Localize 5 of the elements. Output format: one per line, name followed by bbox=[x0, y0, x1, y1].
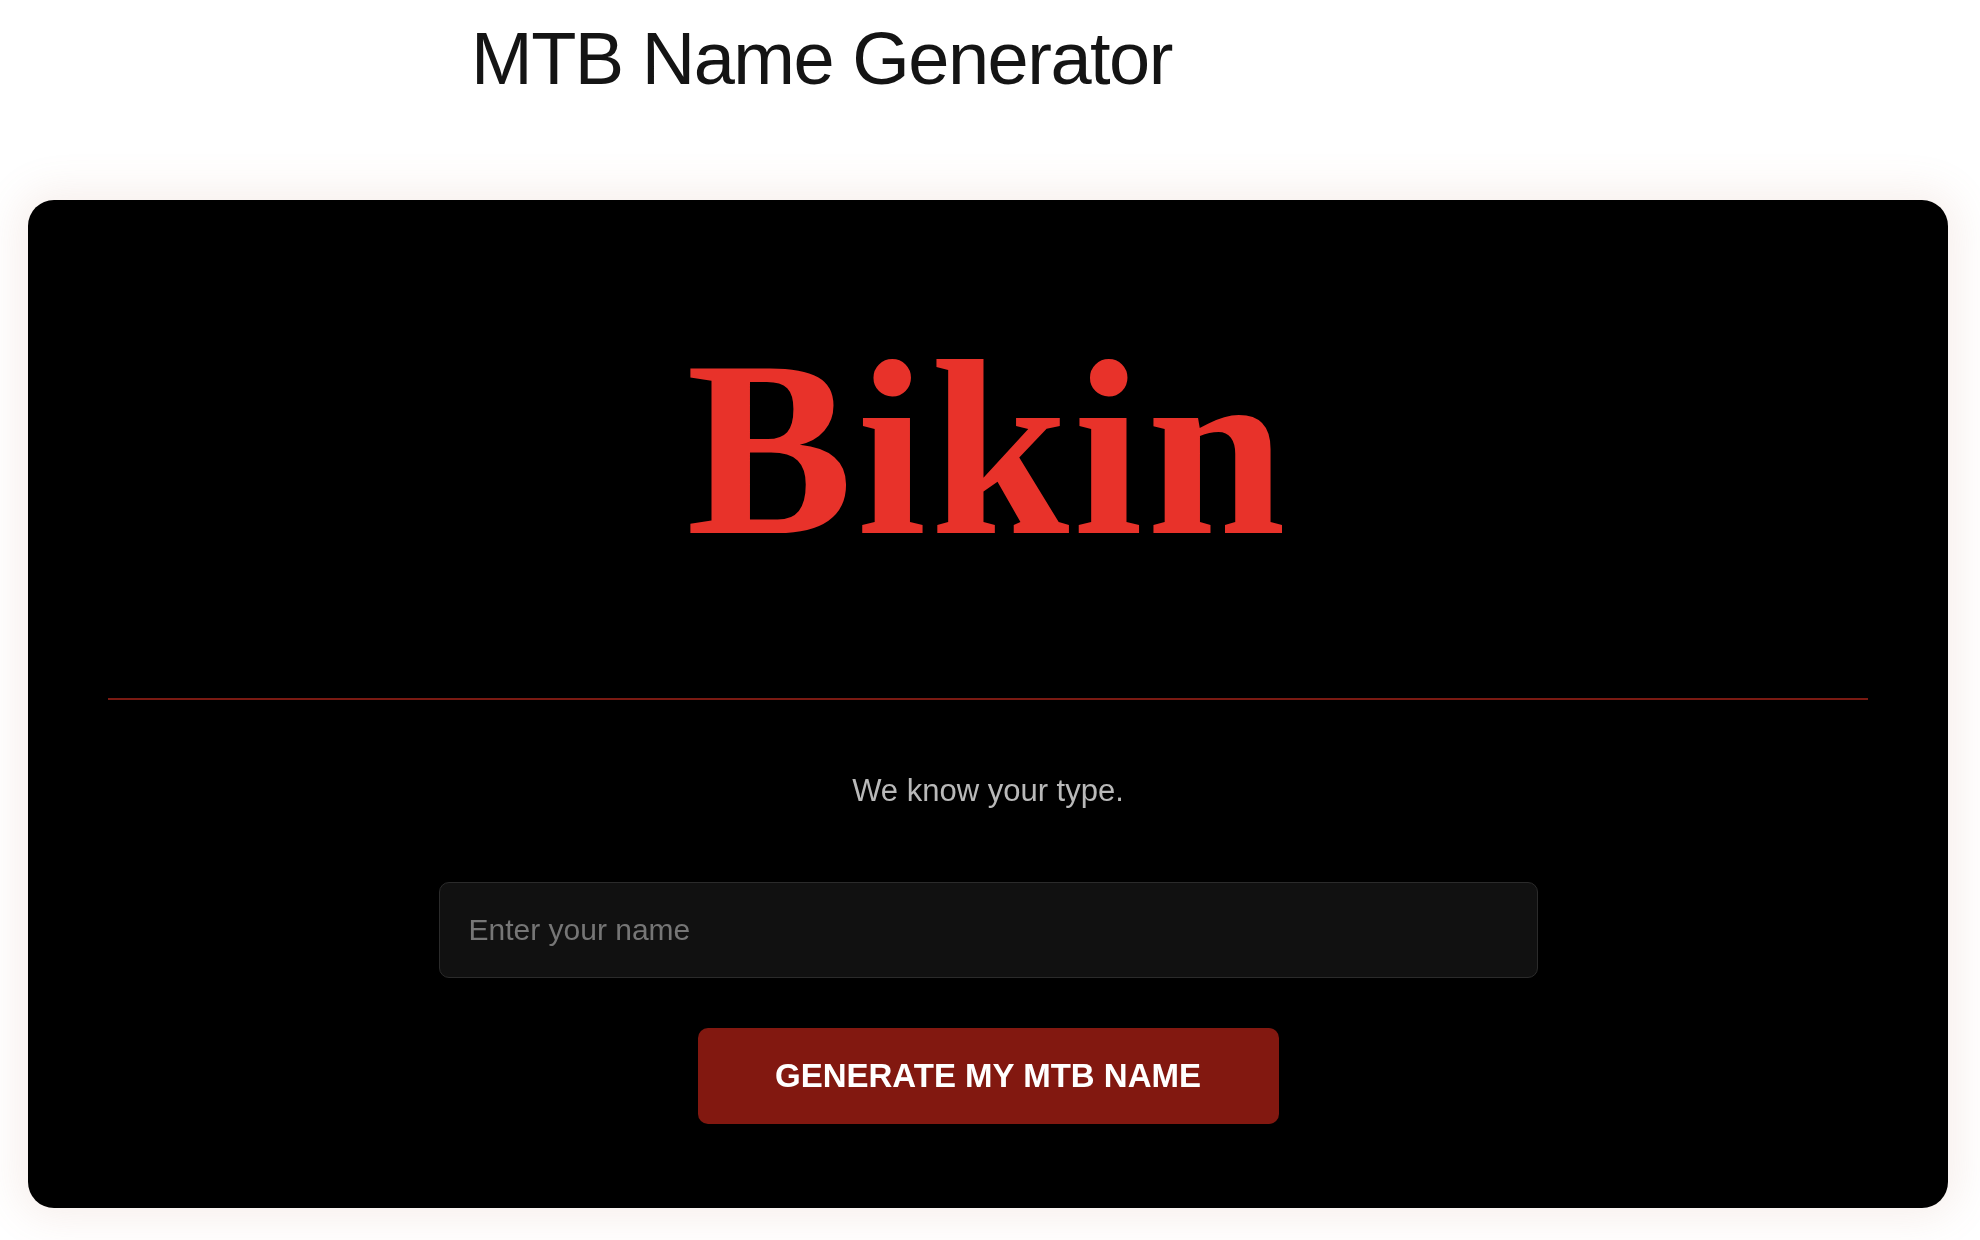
logo-wordmark: Bikin bbox=[686, 324, 1290, 574]
generate-button[interactable]: GENERATE MY MTB NAME bbox=[697, 1028, 1279, 1125]
name-input-field[interactable]: Enter your name bbox=[438, 882, 1538, 979]
tagline: We know your type. bbox=[852, 772, 1124, 810]
page-title: MTB Name Generator bbox=[471, 18, 1172, 100]
